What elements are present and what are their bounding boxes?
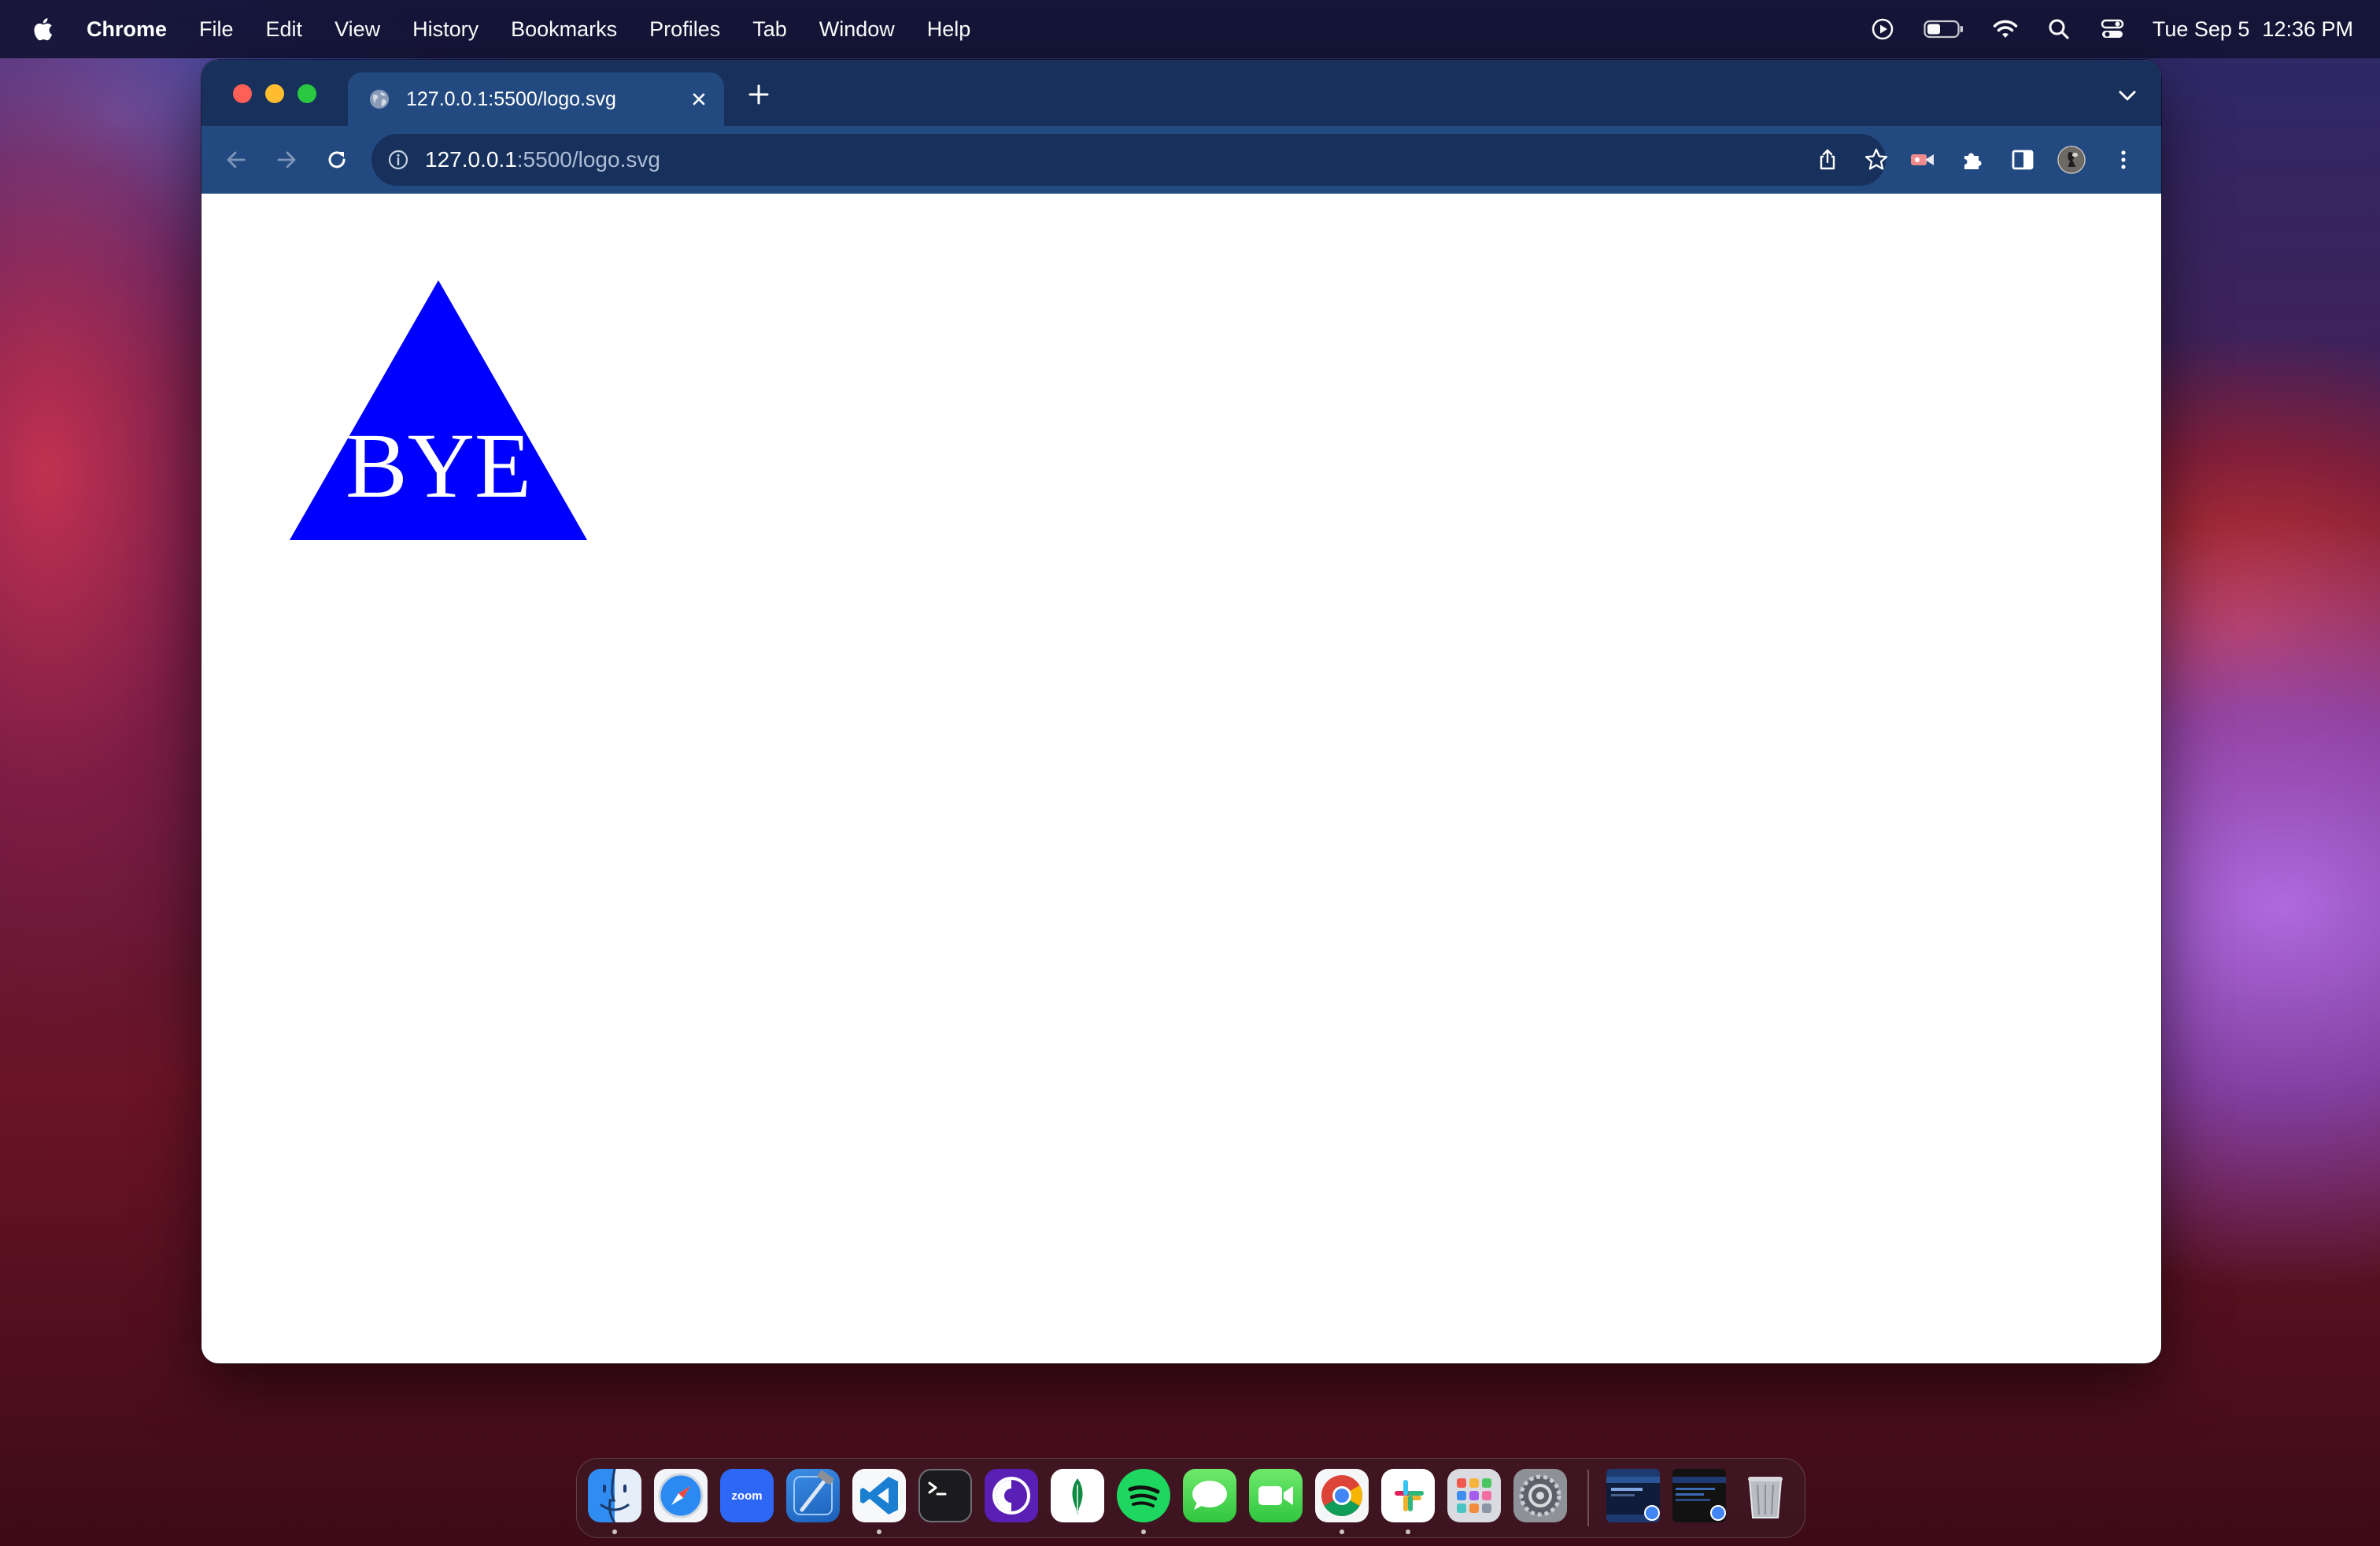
dock-google-chrome[interactable] bbox=[1315, 1469, 1369, 1522]
tab-title: 127.0.0.1:5500/logo.svg bbox=[406, 87, 616, 110]
spotlight-search-icon[interactable] bbox=[2046, 16, 2072, 43]
url-host: 127.0.0.1 bbox=[425, 147, 517, 172]
page-viewport: BYE bbox=[201, 194, 2161, 1363]
menu-window[interactable]: Window bbox=[819, 17, 895, 42]
share-icon[interactable] bbox=[1815, 147, 1840, 172]
bye-triangle-logo: BYE bbox=[290, 280, 587, 540]
bookmark-star-icon[interactable] bbox=[1864, 147, 1889, 172]
dock-system-settings[interactable] bbox=[1513, 1469, 1567, 1522]
new-tab-plus-icon[interactable] bbox=[746, 82, 771, 107]
menu-bar: Chrome File Edit View History Bookmarks … bbox=[0, 0, 2380, 58]
window-close-button[interactable] bbox=[233, 84, 252, 103]
dock-separator bbox=[1587, 1470, 1589, 1526]
dock-xcode[interactable] bbox=[786, 1469, 840, 1522]
menu-help[interactable]: Help bbox=[927, 17, 971, 42]
menu-view[interactable]: View bbox=[334, 17, 380, 42]
menu-profiles[interactable]: Profiles bbox=[649, 17, 720, 42]
tab-strip: 127.0.0.1:5500/logo.svg bbox=[201, 60, 2161, 126]
back-arrow-icon[interactable] bbox=[222, 146, 250, 174]
puzzle-extensions-icon[interactable] bbox=[1958, 146, 1986, 174]
dock-zoom-label: zoom bbox=[731, 1489, 763, 1503]
dock-launchpad[interactable] bbox=[1447, 1469, 1501, 1522]
control-center-icon[interactable] bbox=[2099, 16, 2126, 43]
menu-tab[interactable]: Tab bbox=[752, 17, 787, 42]
globe-icon bbox=[370, 90, 389, 109]
dock-trash[interactable] bbox=[1739, 1469, 1792, 1522]
dock-terminal[interactable] bbox=[918, 1469, 972, 1522]
menubar-date: Tue Sep 5 bbox=[2152, 17, 2250, 41]
dock-tor-browser[interactable] bbox=[985, 1469, 1038, 1522]
tab-search-chevron-icon[interactable] bbox=[2117, 88, 2138, 104]
dock-safari[interactable] bbox=[654, 1469, 708, 1522]
dock-running-indicator bbox=[1141, 1529, 1146, 1534]
window-minimize-button[interactable] bbox=[265, 84, 284, 103]
dock-spotify[interactable] bbox=[1117, 1469, 1170, 1522]
tab-close-icon[interactable] bbox=[688, 88, 710, 110]
dock-minimized-chrome-window[interactable] bbox=[1606, 1469, 1660, 1522]
window-zoom-button[interactable] bbox=[298, 84, 316, 103]
extension-icon[interactable] bbox=[1908, 146, 1936, 174]
dock-vscode[interactable] bbox=[852, 1469, 906, 1522]
dock-mongodb-compass[interactable] bbox=[1051, 1469, 1104, 1522]
dock-messages[interactable] bbox=[1183, 1469, 1236, 1522]
more-menu-icon[interactable] bbox=[2109, 146, 2138, 174]
dock: zoom bbox=[576, 1458, 1805, 1538]
dock-running-indicator bbox=[1340, 1529, 1344, 1534]
profile-avatar[interactable] bbox=[2057, 146, 2086, 174]
side-panel-icon[interactable] bbox=[2009, 146, 2037, 174]
dock-slack[interactable] bbox=[1381, 1469, 1435, 1522]
dock-finder[interactable] bbox=[588, 1469, 641, 1522]
menubar-clock[interactable]: Tue Sep 5 12:36 PM bbox=[2153, 17, 2353, 42]
battery-icon[interactable] bbox=[1923, 16, 1965, 43]
screen-recording-icon[interactable] bbox=[1869, 16, 1896, 43]
menu-app-name[interactable]: Chrome bbox=[87, 17, 167, 42]
menu-file[interactable]: File bbox=[199, 17, 234, 42]
menubar-time: 12:36 PM bbox=[2262, 17, 2353, 41]
menu-bookmarks[interactable]: Bookmarks bbox=[511, 17, 617, 42]
forward-arrow-icon[interactable] bbox=[272, 146, 301, 174]
dock-running-indicator bbox=[612, 1529, 617, 1534]
reload-icon[interactable] bbox=[323, 146, 351, 174]
dock-facetime[interactable] bbox=[1249, 1469, 1303, 1522]
address-bar[interactable]: 127.0.0.1:5500/logo.svg bbox=[371, 134, 1889, 186]
site-info-icon[interactable] bbox=[387, 149, 409, 171]
browser-toolbar: 127.0.0.1:5500/logo.svg bbox=[201, 126, 2161, 194]
menu-edit[interactable]: Edit bbox=[266, 17, 303, 42]
menu-history[interactable]: History bbox=[412, 17, 479, 42]
apple-logo-icon[interactable] bbox=[30, 16, 54, 43]
chrome-window: 127.0.0.1:5500/logo.svg 127.0.0.1:5500/l… bbox=[201, 60, 2161, 1363]
dock-running-indicator bbox=[1406, 1529, 1410, 1534]
logo-text: BYE bbox=[346, 414, 531, 517]
wifi-icon[interactable] bbox=[1992, 16, 2019, 43]
dock-minimized-chrome-window-2[interactable] bbox=[1672, 1469, 1726, 1522]
browser-tab[interactable]: 127.0.0.1:5500/logo.svg bbox=[348, 72, 724, 126]
url-path: :5500/logo.svg bbox=[516, 147, 660, 172]
dock-running-indicator bbox=[877, 1529, 881, 1534]
dock-zoom[interactable]: zoom bbox=[720, 1469, 774, 1522]
url-text[interactable]: 127.0.0.1:5500/logo.svg bbox=[425, 147, 660, 172]
